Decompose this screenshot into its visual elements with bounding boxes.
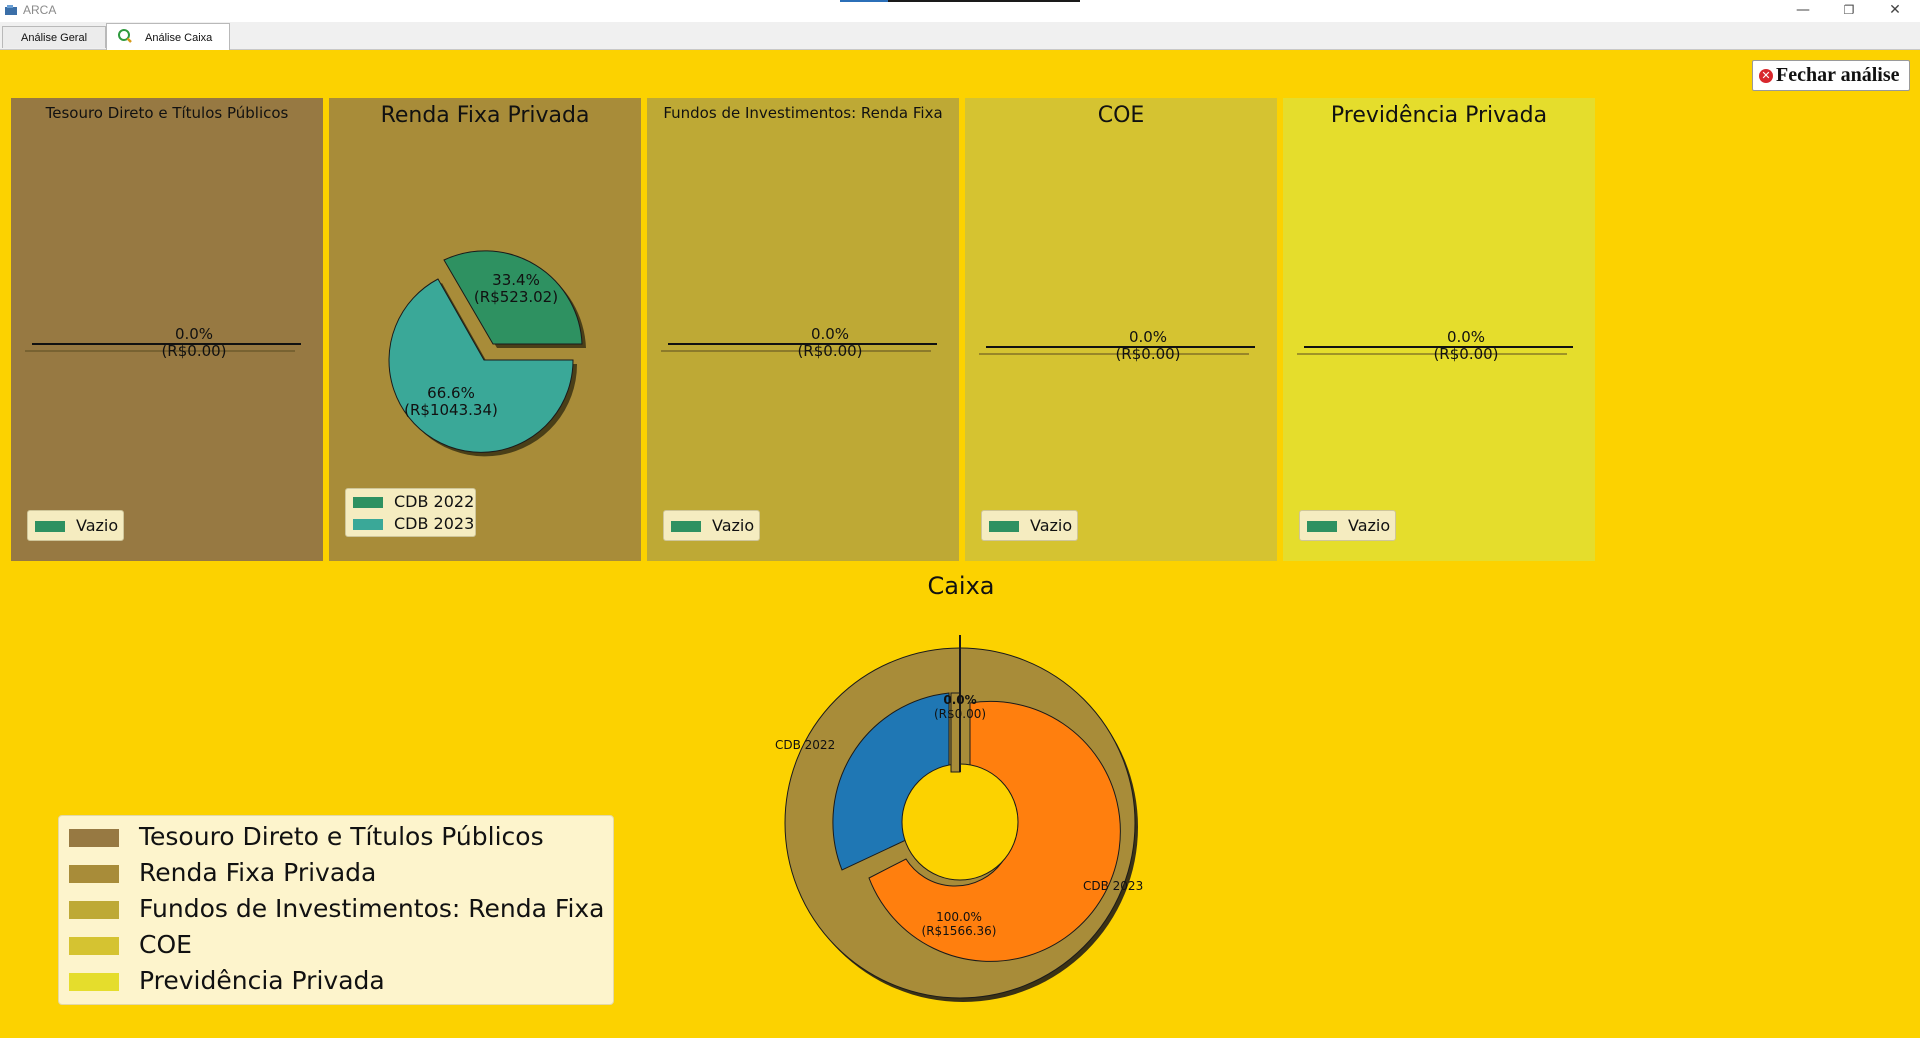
close-analysis-button[interactable]: ✕ Fechar análise [1752,60,1910,91]
minimize-button[interactable]: — [1780,0,1826,22]
slice-percent: 0.0% [1128,328,1168,346]
restore-button[interactable]: ❐ [1826,0,1872,22]
slice-label-cdb-2022: 33.4% (R$523.02) [416,272,616,306]
main-amount-label: (R$1566.36) [922,924,997,938]
tab-bar: Análise Geral Análise Caixa [0,22,1920,50]
close-analysis-label: Fechar análise [1776,64,1900,86]
legend-label: CDB 2023 [394,514,475,533]
caixa-donut-chart: 0.0% (R$0.00) 100.0% (R$1566.36) CDB 202… [775,635,1143,1002]
panel-previdencia-privada: Previdência Privada 0.0% (R$0.00) Vazio [1283,98,1595,561]
legend-swatch [69,973,119,991]
slice-label-cdb-2023: 66.6% (R$1043.34) [351,385,551,419]
inner-label-cdb-2023: CDB 2023 [1083,879,1143,893]
legend-swatch [989,521,1019,532]
legend-label: Previdência Privada [139,966,385,995]
close-circle-icon: ✕ [1759,69,1773,83]
slice-amount: (R$0.00) [161,342,227,360]
slice-percent: 0.0% [1446,328,1486,346]
legend-swatch [35,521,65,532]
panel-legend: Vazio [981,510,1078,541]
tab-label: Análise Geral [21,32,88,44]
slice-amount: (R$0.00) [1433,345,1499,363]
legend-label: Vazio [712,516,755,535]
legend-swatch [69,829,119,847]
donut-hole [901,763,1019,881]
slice-percent: 66.6% [427,384,475,402]
legend-label: Vazio [1030,516,1073,535]
main-legend: Tesouro Direto e Títulos Públicos Renda … [58,815,614,1005]
legend-label: Fundos de Investimentos: Renda Fixa [139,894,605,923]
legend-label: COE [139,930,192,959]
slice-label: 0.0% (R$0.00) [1048,329,1248,363]
slice-amount: (R$1043.34) [404,401,498,419]
slice-percent: 0.0% [174,325,214,343]
window-titlebar: ARCA — ❐ ✕ [0,0,1920,22]
main-pct-label: 100.0% [936,910,982,924]
slice-percent: 0.0% [810,325,850,343]
legend-swatch [69,901,119,919]
app-icon [5,5,17,15]
slice-percent: 33.4% [492,271,540,289]
legend-swatch [353,519,383,530]
tab-analise-geral[interactable]: Análise Geral [2,26,106,48]
title-accent-highlight [840,0,888,2]
legend-swatch [69,865,119,883]
panel-legend: Vazio [1299,510,1396,541]
inner-label-cdb-2022: CDB 2022 [775,738,835,752]
panel-coe: COE 0.0% (R$0.00) Vazio [965,98,1277,561]
panel-renda-fixa-privada: Renda Fixa Privada 33.4% (R$523.02) 66.6… [329,98,641,561]
slice-amount: (R$523.02) [473,288,559,306]
window-title: ARCA [23,3,57,17]
slice-label: 0.0% (R$0.00) [1366,329,1566,363]
legend-swatch [671,521,701,532]
panel-legend: CDB 2022 CDB 2023 [345,488,476,537]
legend-swatch [1307,521,1337,532]
panel-legend: Vazio [663,510,760,541]
zero-amount-label: (R$0.00) [934,707,986,721]
zero-pct-label: 0.0% [943,693,976,707]
tab-label: Análise Caixa [145,32,213,44]
close-window-button[interactable]: ✕ [1872,0,1918,22]
slice-amount: (R$0.00) [797,342,863,360]
legend-label: Tesouro Direto e Títulos Públicos [139,822,544,851]
slice-label: 0.0% (R$0.00) [94,326,294,360]
legend-label: CDB 2022 [394,492,475,511]
legend-label: Vazio [76,516,119,535]
legend-label: Vazio [1348,516,1391,535]
tab-analise-caixa[interactable]: Análise Caixa [106,23,230,50]
refresh-search-icon [118,29,132,43]
caixa-chart-title: Caixa [927,572,995,600]
legend-swatch [353,497,383,508]
panel-fundos-renda-fixa: Fundos de Investimentos: Renda Fixa 0.0%… [647,98,959,561]
legend-label: Renda Fixa Privada [139,858,377,887]
slice-label: 0.0% (R$0.00) [730,326,930,360]
legend-swatch [69,937,119,955]
panel-legend: Vazio [27,510,124,541]
slice-amount: (R$0.00) [1115,345,1181,363]
panel-tesouro: Tesouro Direto e Títulos Públicos 0.0% (… [11,98,323,561]
